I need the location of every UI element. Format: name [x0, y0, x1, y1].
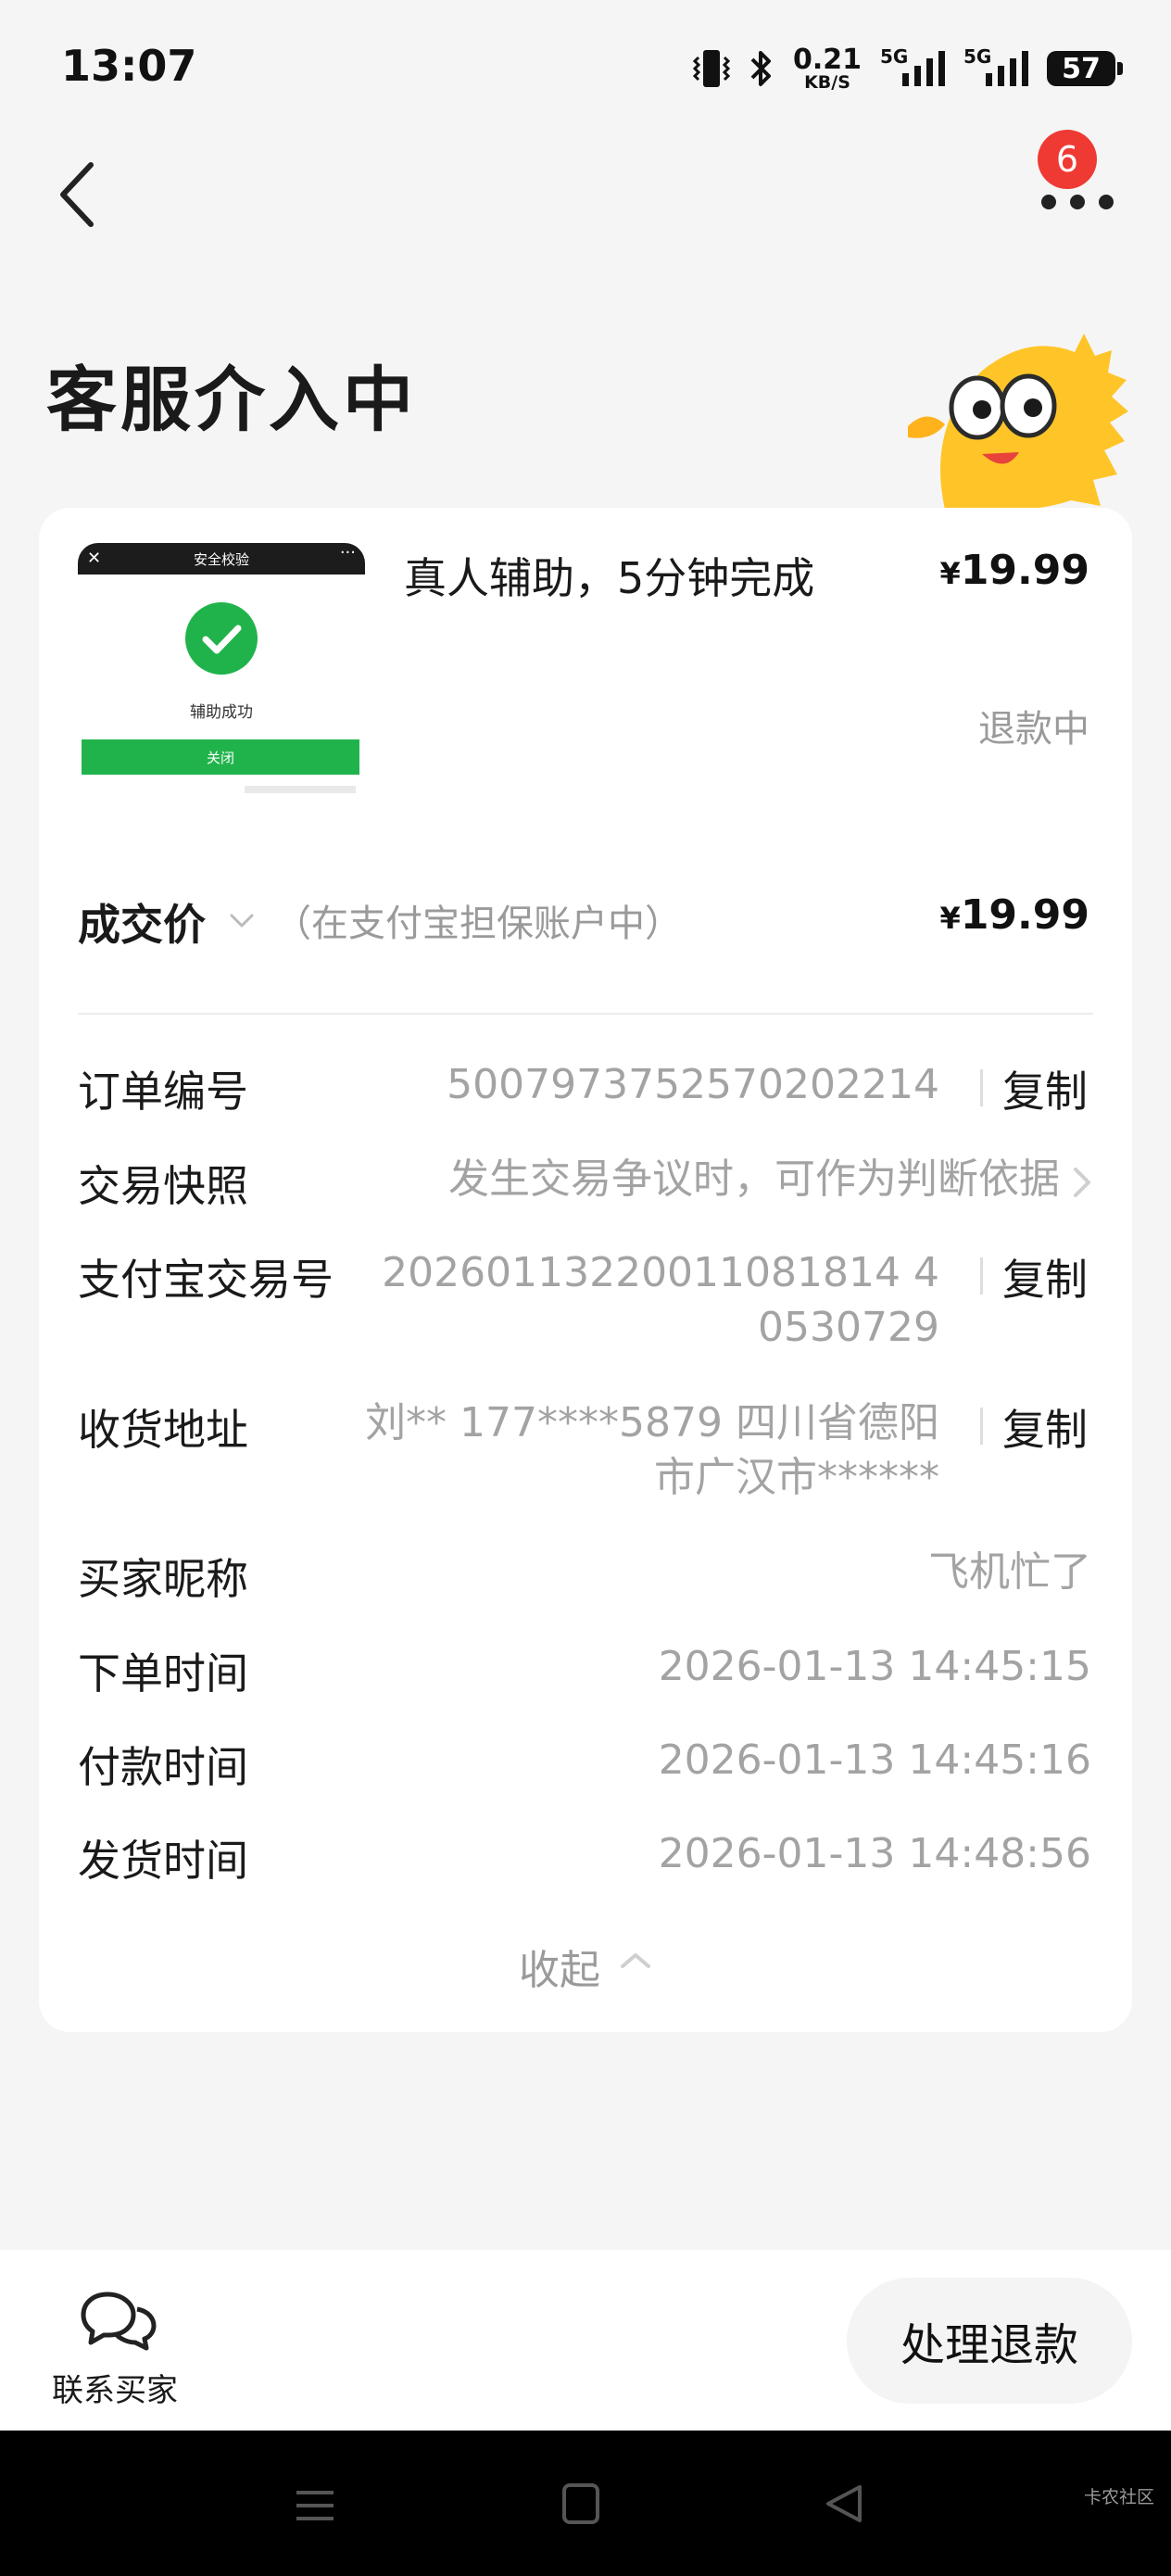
copy-order-no-button[interactable]: 复制	[1002, 1058, 1088, 1119]
separator	[980, 1069, 983, 1106]
alipay-no-label: 支付宝交易号	[78, 1255, 334, 1305]
deal-price-label[interactable]: 成交价	[78, 891, 206, 953]
divider	[78, 1013, 1093, 1015]
currency-symbol: ¥	[939, 556, 961, 591]
product-price: ¥19.99	[940, 547, 1089, 594]
refund-status: 退款中	[978, 708, 1089, 751]
snapshot-label: 交易快照	[78, 1161, 248, 1211]
battery-level: 57	[1062, 52, 1101, 85]
address-value-line1: 刘** 177****5879 四川省德阳	[365, 1399, 939, 1446]
notification-badge: 6	[1038, 130, 1097, 189]
chevron-down-icon[interactable]	[228, 910, 256, 932]
product-thumbnail[interactable]: ✕ 安全校验 ··· 辅助成功 关闭	[78, 543, 365, 812]
order-no-value: 5007973752570202214	[447, 1061, 939, 1108]
battery-icon: 57	[1047, 51, 1123, 86]
deal-price-value: 19.99	[960, 891, 1089, 939]
back-triangle-icon[interactable]	[823, 2483, 865, 2524]
address-label: 收货地址	[78, 1405, 248, 1455]
watermark: 卡农社区	[1084, 2487, 1155, 2507]
back-button[interactable]	[48, 158, 113, 232]
success-check-icon	[185, 602, 258, 675]
product-price-value: 19.99	[960, 547, 1089, 594]
status-bar: 13:07 0.21 KB/S 5G 5G 57	[0, 0, 1171, 139]
contact-buyer-label[interactable]: 联系买家	[52, 2365, 178, 2410]
home-icon[interactable]	[562, 2483, 599, 2524]
alipay-no-value-line1: 20260113220011081814 4	[382, 1249, 939, 1296]
order-time-label: 下单时间	[78, 1648, 248, 1698]
net-speed: 0.21 KB/S	[792, 43, 862, 93]
chevron-right-icon[interactable]	[1070, 1164, 1094, 1201]
separator	[980, 1408, 983, 1445]
thumbnail-text: 辅助成功	[190, 703, 253, 722]
chevron-up-icon[interactable]	[617, 1950, 654, 1972]
product-title[interactable]: 真人辅助，5分钟完成	[404, 545, 814, 606]
buyer-nick-label: 买家昵称	[78, 1554, 248, 1604]
alipay-no-value-line2: 0530729	[758, 1304, 939, 1351]
bluetooth-icon	[750, 51, 771, 86]
pay-time-label: 付款时间	[78, 1742, 248, 1792]
page-title: 客服介入中	[46, 359, 417, 441]
separator	[980, 1257, 983, 1294]
thumbnail-close-icon: ✕	[87, 549, 102, 568]
deal-price-note: （在支付宝担保账户中）	[274, 903, 682, 945]
net-speed-value: 0.21	[792, 43, 862, 76]
signal-icon-1: 5G	[880, 45, 945, 86]
back-arrow-icon	[60, 162, 94, 227]
pay-time-value: 2026-01-13 14:45:16	[658, 1736, 1091, 1784]
signal-icon-2: 5G	[963, 45, 1028, 86]
copy-address-button[interactable]: 复制	[1002, 1396, 1088, 1458]
thumbnail-header-text: 安全校验	[193, 550, 249, 568]
net-speed-unit: KB/S	[804, 71, 850, 93]
process-refund-button[interactable]: 处理退款	[847, 2278, 1132, 2404]
currency-symbol: ¥	[939, 901, 961, 936]
vibrate-icon	[692, 50, 730, 87]
thumbnail-header: ✕ 安全校验 ···	[78, 543, 365, 575]
address-value-line2: 市广汉市******	[654, 1454, 939, 1501]
order-no-label: 订单编号	[78, 1067, 248, 1117]
copy-alipay-no-button[interactable]: 复制	[1002, 1246, 1088, 1307]
signal-label-2: 5G	[963, 45, 992, 68]
ship-time-value: 2026-01-13 14:48:56	[658, 1830, 1091, 1877]
thumbnail-more-icon: ···	[339, 543, 356, 562]
thumbnail-button: 关闭	[82, 739, 359, 775]
status-time: 13:07	[61, 41, 197, 91]
status-icons: 0.21 KB/S 5G 5G 57	[692, 43, 1123, 95]
order-time-value: 2026-01-13 14:45:15	[658, 1643, 1091, 1690]
collapse-button[interactable]: 收起	[519, 1937, 600, 1996]
ship-time-label: 发货时间	[78, 1836, 248, 1886]
buyer-nick-value: 飞机忙了	[928, 1548, 1091, 1596]
thumbnail-footer	[245, 786, 356, 793]
menu-icon[interactable]	[295, 2485, 335, 2526]
mascot-illustration	[908, 334, 1128, 511]
snapshot-value[interactable]: 发生交易争议时，可作为判断依据	[448, 1153, 1060, 1206]
signal-label-1: 5G	[880, 45, 909, 68]
deal-price: ¥19.99	[940, 891, 1089, 939]
chat-icon[interactable]	[80, 2289, 157, 2355]
